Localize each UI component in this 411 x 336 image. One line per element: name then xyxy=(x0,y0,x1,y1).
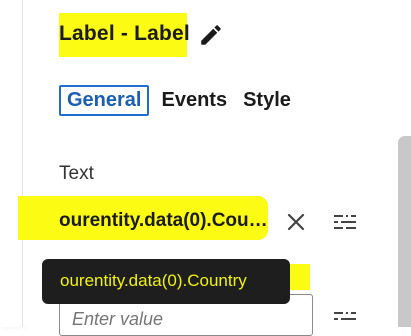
tune-icon[interactable] xyxy=(333,212,357,232)
close-icon[interactable] xyxy=(284,210,308,234)
left-pane-edge xyxy=(0,0,23,327)
tab-events[interactable]: Events xyxy=(155,86,233,115)
scrollbar[interactable] xyxy=(398,136,411,327)
text-field-value[interactable]: ourentity.data(0).Country xyxy=(59,210,269,232)
tab-style[interactable]: Style xyxy=(237,86,297,115)
pencil-icon[interactable] xyxy=(198,22,224,48)
tab-general[interactable]: General xyxy=(59,85,150,116)
tab-bar: General Events Style xyxy=(59,85,301,116)
text-field-label: Text xyxy=(59,163,94,184)
tune-icon[interactable] xyxy=(333,309,357,329)
value-tooltip: ourentity.data(0).Country xyxy=(42,259,290,304)
panel-title: Label - Label xyxy=(59,22,190,45)
